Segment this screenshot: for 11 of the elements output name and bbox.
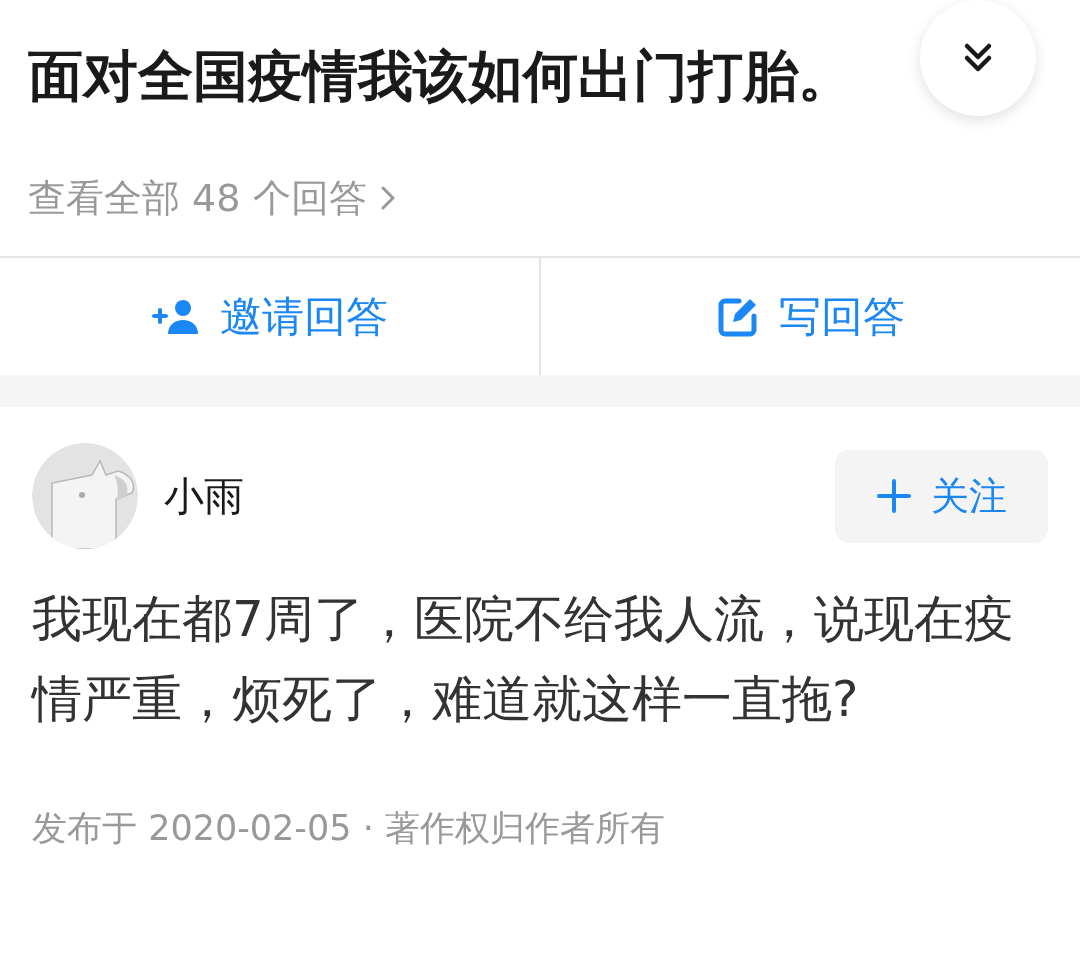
double-chevron-down-icon — [963, 42, 993, 74]
view-all-answers-link[interactable]: 查看全部 48 个回答 — [28, 172, 367, 224]
add-user-icon — [151, 298, 200, 335]
chevron-right-icon[interactable] — [380, 185, 395, 211]
question-title: 面对全国疫情我该如何出门打胎。 — [27, 43, 853, 108]
plus-icon — [876, 479, 911, 513]
author-name[interactable]: 小雨 — [164, 468, 835, 524]
avatar-icon — [32, 443, 138, 549]
follow-button[interactable]: 关注 — [835, 449, 1048, 543]
answer-text: 我现在都7周了，医院不给我人流，说现在疫情严重，烦死了，难道就这样一直拖? — [30, 589, 1015, 730]
publish-info: 发布于 2020-02-05 · 著作权归作者所有 — [31, 807, 665, 850]
